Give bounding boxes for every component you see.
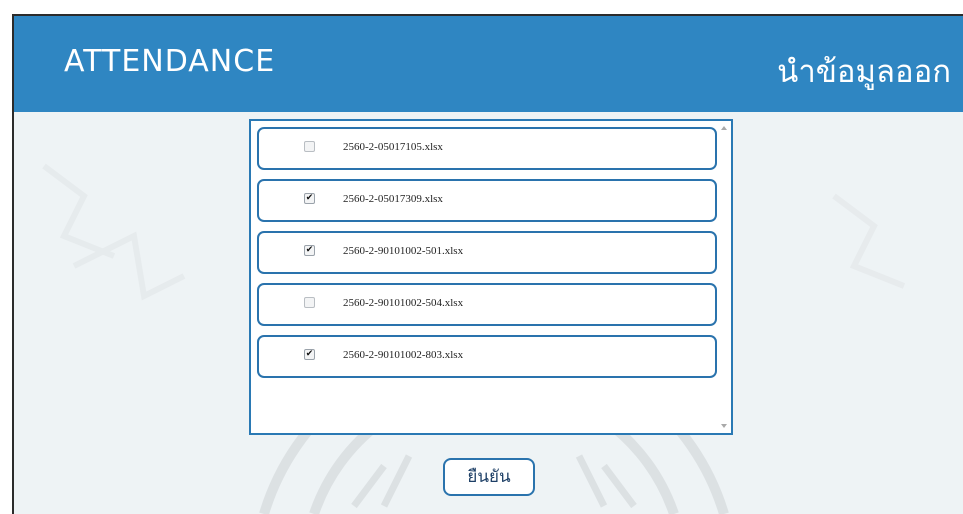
file-name: 2560-2-90101002-504.xlsx: [343, 297, 464, 309]
file-checkbox[interactable]: [304, 297, 315, 308]
app-header: ATTENDANCE นำข้อมูลออก: [14, 16, 963, 112]
vertical-scrollbar[interactable]: [720, 123, 729, 431]
confirm-button[interactable]: ยืนยัน: [443, 458, 535, 496]
file-checkbox[interactable]: [304, 141, 315, 152]
file-checkbox-checked[interactable]: ✔: [304, 245, 315, 256]
scroll-down-arrow-icon[interactable]: [721, 424, 727, 428]
file-checkbox-checked[interactable]: ✔: [304, 349, 315, 360]
file-list-panel[interactable]: 2560-2-05017105.xlsx ✔ 2560-2-05017309.x…: [249, 119, 733, 435]
scroll-up-arrow-icon[interactable]: [721, 126, 727, 130]
file-checkbox-checked[interactable]: ✔: [304, 193, 315, 204]
export-data-title: นำข้อมูลออก: [777, 54, 951, 90]
file-list: 2560-2-05017105.xlsx ✔ 2560-2-05017309.x…: [257, 127, 717, 387]
app-window: ATTENDANCE นำข้อมูลออก 2560-2-05017105.x…: [12, 14, 963, 514]
file-list-item[interactable]: 2560-2-90101002-504.xlsx: [257, 283, 717, 326]
file-name: 2560-2-90101002-501.xlsx: [343, 245, 464, 257]
file-name: 2560-2-90101002-803.xlsx: [343, 349, 464, 361]
file-name: 2560-2-05017309.xlsx: [343, 193, 443, 205]
file-list-item[interactable]: ✔ 2560-2-05017309.xlsx: [257, 179, 717, 222]
file-list-item[interactable]: ✔ 2560-2-90101002-501.xlsx: [257, 231, 717, 274]
app-title: ATTENDANCE: [64, 44, 276, 79]
file-list-item[interactable]: 2560-2-05017105.xlsx: [257, 127, 717, 170]
file-name: 2560-2-05017105.xlsx: [343, 141, 443, 153]
file-list-item[interactable]: ✔ 2560-2-90101002-803.xlsx: [257, 335, 717, 378]
